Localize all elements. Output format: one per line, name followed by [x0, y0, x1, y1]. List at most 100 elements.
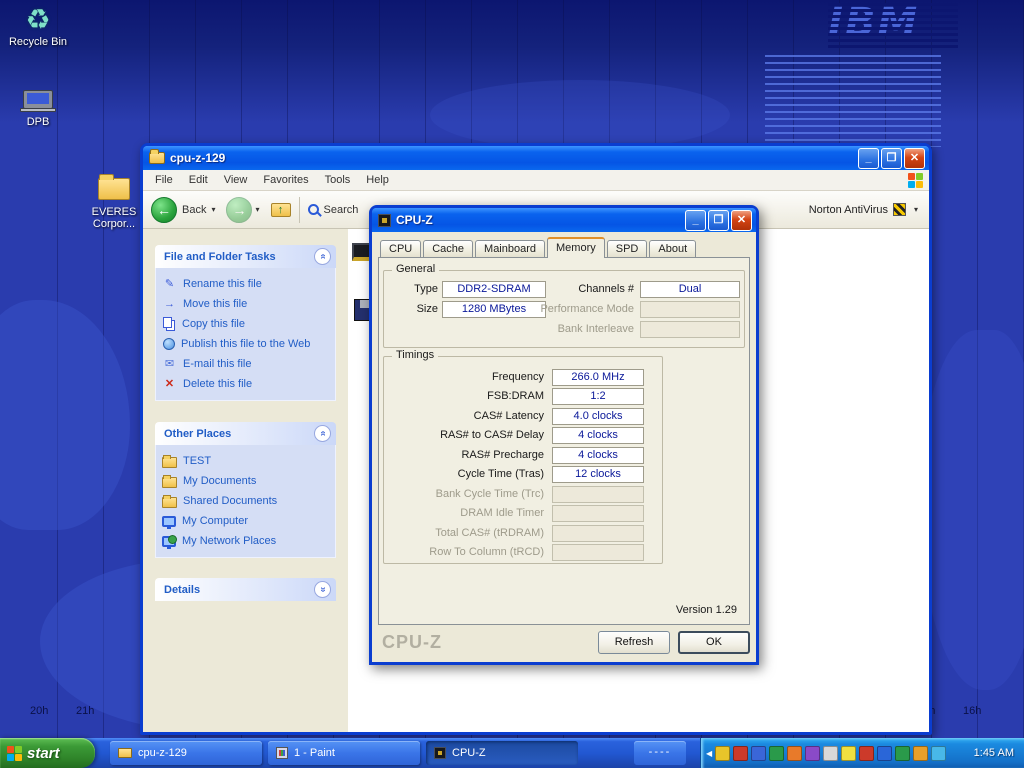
timing-value-field: 266.0 MHz — [552, 369, 644, 386]
norton-label: Norton AntiVirus — [809, 204, 888, 216]
place-my-computer[interactable]: My Computer — [162, 511, 329, 531]
task-rename-file[interactable]: ✎ Rename this file — [162, 274, 329, 294]
menu-tools[interactable]: Tools — [317, 172, 359, 188]
tab-about[interactable]: About — [649, 240, 696, 257]
maximize-button[interactable]: ❐ — [881, 148, 902, 169]
taskbar-button-paint[interactable]: 1 - Paint — [268, 741, 420, 765]
tab-cpu[interactable]: CPU — [380, 240, 421, 257]
tray-icon[interactable] — [823, 746, 838, 761]
task-copy-file[interactable]: Copy this file — [162, 314, 329, 334]
desktop-icon-everes[interactable]: EVERES Corpor... — [84, 172, 144, 230]
version-label: Version 1.29 — [676, 604, 737, 616]
timing-value-field: 12 clocks — [552, 466, 644, 483]
close-button[interactable]: ✕ — [731, 210, 752, 231]
timezone-label: 21h — [76, 705, 94, 717]
start-button-label: start — [27, 745, 60, 762]
place-my-documents[interactable]: My Documents — [162, 471, 329, 491]
minimize-button[interactable]: _ — [685, 210, 706, 231]
timing-label: FSB:DRAM — [386, 388, 544, 405]
ok-button[interactable]: OK — [678, 631, 750, 654]
type-label: Type — [386, 281, 438, 298]
tray-icon[interactable] — [877, 746, 892, 761]
tray-icon[interactable] — [805, 746, 820, 761]
performance-mode-field — [640, 301, 740, 318]
tab-memory[interactable]: Memory — [547, 237, 605, 258]
back-button-label[interactable]: Back — [182, 204, 206, 216]
tray-icon[interactable] — [841, 746, 856, 761]
file-tasks-panel-title: File and Folder Tasks — [164, 251, 276, 263]
desktop-icon-dpb[interactable]: DPB — [8, 82, 68, 128]
place-item-label: TEST — [183, 455, 211, 467]
collapse-chevron-icon[interactable]: » — [314, 425, 331, 442]
timing-label: Bank Cycle Time (Trc) — [386, 486, 544, 503]
task-move-file[interactable]: → Move this file — [162, 294, 329, 314]
menu-view[interactable]: View — [216, 172, 256, 188]
menu-favorites[interactable]: Favorites — [255, 172, 316, 188]
channels-label: Channels # — [504, 281, 634, 298]
timings-group-title: Timings — [392, 349, 438, 361]
file-tasks-panel-header[interactable]: File and Folder Tasks » — [155, 245, 336, 268]
search-button-label[interactable]: Search — [324, 204, 359, 216]
cpuz-dialog-body: CPU Cache Mainboard Memory SPD About Gen… — [372, 232, 756, 662]
other-places-panel-header[interactable]: Other Places » — [155, 422, 336, 445]
expand-chevron-icon[interactable]: » — [314, 581, 331, 598]
cpu-chip-icon — [434, 747, 446, 759]
tray-icon[interactable] — [787, 746, 802, 761]
tray-icon[interactable] — [769, 746, 784, 761]
taskbar-toolbar-handle[interactable]: ---- — [634, 741, 686, 765]
tray-icon[interactable] — [931, 746, 946, 761]
tray-icon[interactable] — [859, 746, 874, 761]
folder-icon — [162, 477, 177, 488]
task-delete-file[interactable]: ✕ Delete this file — [162, 374, 329, 394]
collapse-chevron-icon[interactable]: » — [314, 248, 331, 265]
tab-mainboard[interactable]: Mainboard — [475, 240, 545, 257]
hide-icons-chevron-icon[interactable]: ◀ — [706, 749, 712, 758]
windows-flag-icon — [7, 746, 22, 761]
timing-label: Frequency — [386, 369, 544, 386]
timing-value-field: 4 clocks — [552, 447, 644, 464]
taskbar-button-label: CPU-Z — [452, 747, 486, 759]
menu-file[interactable]: File — [147, 172, 181, 188]
place-my-network[interactable]: My Network Places — [162, 531, 329, 551]
minimize-button[interactable]: _ — [858, 148, 879, 169]
taskbar-button-explorer[interactable]: cpu-z-129 — [110, 741, 262, 765]
task-publish-file[interactable]: Publish this file to the Web — [162, 334, 329, 354]
desktop-icon-label: DPB — [8, 116, 68, 128]
tray-icon[interactable] — [751, 746, 766, 761]
task-email-file[interactable]: ✉ E-mail this file — [162, 354, 329, 374]
timing-value-field — [552, 544, 644, 561]
desktop-icon-recycle-bin[interactable]: ♻ Recycle Bin — [8, 2, 68, 48]
tab-spd[interactable]: SPD — [607, 240, 648, 257]
place-shared-documents[interactable]: Shared Documents — [162, 491, 329, 511]
task-item-label: Delete this file — [183, 378, 252, 390]
close-button[interactable]: ✕ — [904, 148, 925, 169]
menu-edit[interactable]: Edit — [181, 172, 216, 188]
explorer-menubar: File Edit View Favorites Tools Help — [143, 170, 929, 191]
norton-antivirus-toolbar[interactable]: Norton AntiVirus ▾ — [809, 203, 921, 216]
place-test[interactable]: TEST — [162, 451, 329, 471]
norton-dropdown-caret-icon[interactable]: ▾ — [914, 205, 918, 214]
forward-dropdown-caret-icon[interactable]: ▾ — [255, 205, 259, 214]
start-button[interactable]: start — [0, 738, 95, 768]
move-icon: → — [162, 297, 177, 311]
tray-icon[interactable] — [715, 746, 730, 761]
details-panel-header[interactable]: Details » — [155, 578, 336, 601]
computer-icon — [162, 516, 176, 527]
tray-icon[interactable] — [913, 746, 928, 761]
back-dropdown-caret-icon[interactable]: ▾ — [211, 205, 215, 214]
taskbar-button-cpuz[interactable]: CPU-Z — [426, 741, 578, 765]
up-folder-button-icon[interactable]: ↑ — [271, 203, 291, 217]
taskbar-clock[interactable]: 1:45 AM — [974, 747, 1014, 759]
tab-cache[interactable]: Cache — [423, 240, 473, 257]
back-button-icon[interactable]: ← — [151, 197, 177, 223]
refresh-button[interactable]: Refresh — [598, 631, 670, 654]
timing-value-field — [552, 486, 644, 503]
maximize-button[interactable]: ❐ — [708, 210, 729, 231]
file-tasks-panel: File and Folder Tasks » ✎ Rename this fi… — [155, 245, 336, 401]
menu-help[interactable]: Help — [358, 172, 397, 188]
tray-icon[interactable] — [733, 746, 748, 761]
tray-icon[interactable] — [895, 746, 910, 761]
search-icon[interactable] — [308, 204, 319, 215]
details-panel: Details » — [155, 578, 336, 601]
forward-button-icon[interactable]: → — [226, 197, 252, 223]
